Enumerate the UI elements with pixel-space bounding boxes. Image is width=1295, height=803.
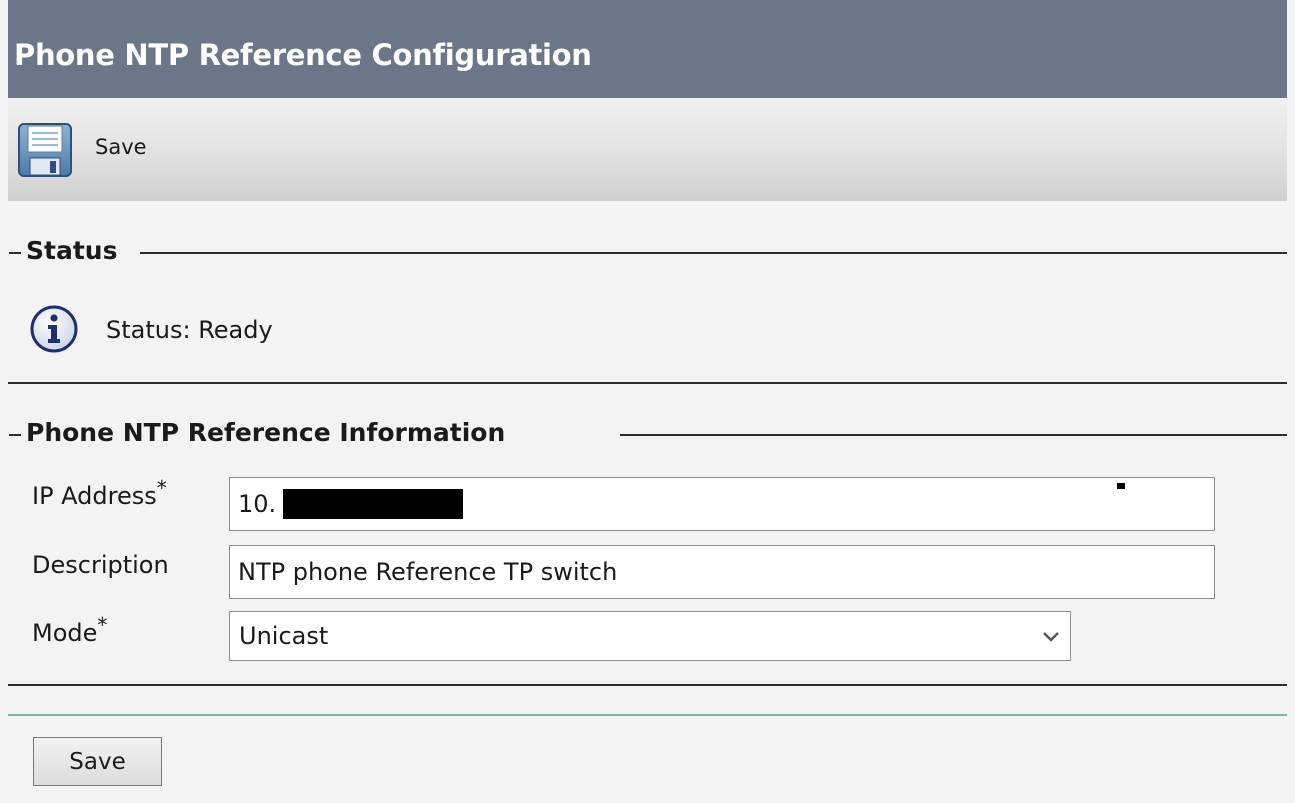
toolbar: Save	[8, 98, 1287, 201]
info-icon	[30, 305, 78, 353]
status-legend-line	[140, 252, 1287, 254]
mode-label-text: Mode	[32, 619, 98, 647]
legend-tick-status	[9, 252, 21, 254]
mode-selected-value: Unicast	[239, 622, 329, 650]
info-section-divider	[8, 684, 1287, 686]
toolbar-save-button[interactable]: Save	[95, 135, 147, 159]
required-marker: *	[97, 613, 108, 637]
mode-select[interactable]: Unicast	[229, 611, 1071, 661]
floppy-disk-icon[interactable]	[17, 122, 73, 178]
info-section-heading: Phone NTP Reference Information	[21, 418, 512, 447]
mode-label: Mode*	[32, 613, 107, 647]
redaction-block	[283, 489, 463, 519]
footer-separator	[8, 714, 1287, 716]
info-legend-line	[620, 434, 1287, 436]
chevron-down-icon[interactable]	[1042, 630, 1060, 644]
ip-address-label-text: IP Address	[32, 482, 157, 510]
title-bar: Phone NTP Reference Configuration	[8, 0, 1287, 98]
status-section-heading: Status	[21, 236, 124, 265]
status-message: Status: Ready	[106, 316, 273, 344]
page-title: Phone NTP Reference Configuration	[14, 38, 592, 72]
description-label: Description	[32, 551, 169, 579]
redaction-dot	[1117, 483, 1125, 489]
save-button[interactable]: Save	[33, 737, 162, 786]
page: Phone NTP Reference Configuration Save S…	[0, 0, 1295, 803]
description-input[interactable]	[229, 545, 1215, 599]
ip-address-label: IP Address*	[32, 476, 167, 510]
required-marker: *	[156, 476, 167, 500]
status-section-divider	[8, 382, 1287, 384]
legend-tick-info	[9, 434, 21, 436]
